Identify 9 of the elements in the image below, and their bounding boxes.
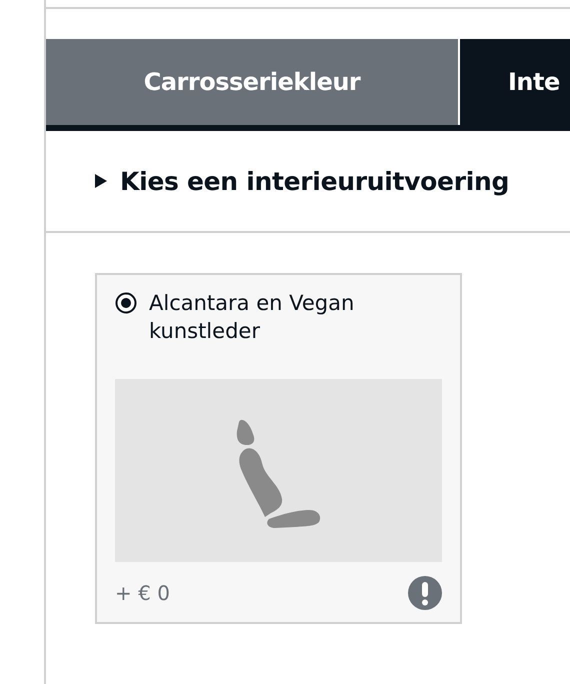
option-card[interactable]: Alcantara en Vegan kunstleder + € 0 xyxy=(95,273,462,624)
option-price: + € 0 xyxy=(115,581,170,605)
exclamation-icon[interactable] xyxy=(408,576,442,610)
option-label: Alcantara en Vegan kunstleder xyxy=(149,290,356,345)
section-title: Kies een interieuruitvoering xyxy=(120,166,510,196)
radio-button[interactable] xyxy=(115,292,137,314)
expand-triangle-icon[interactable] xyxy=(94,173,108,189)
tab[interactable]: Inte xyxy=(460,39,570,125)
tab[interactable]: Carrosseriekleur xyxy=(46,39,458,125)
